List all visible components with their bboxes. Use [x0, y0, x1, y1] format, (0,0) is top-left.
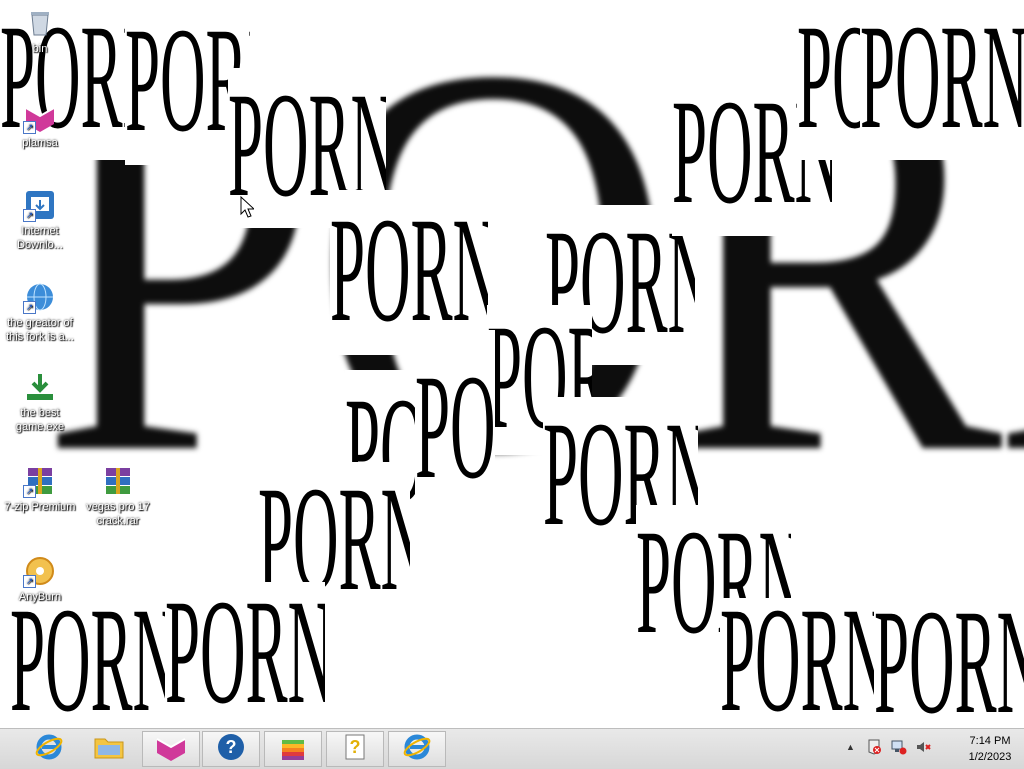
shortcut-arrow-icon: ↗ — [23, 301, 36, 314]
porn-popup-window[interactable]: PORN — [415, 330, 495, 530]
desktop-background: PORN PORN PORN PORN PORN PORN PORN PORN … — [0, 0, 1024, 728]
popup-text: PORN — [10, 597, 170, 728]
internet-explorer-icon — [34, 732, 64, 767]
desktop-icon-label: bin — [32, 43, 48, 55]
desktop-icon-plamsa[interactable]: ↗ plamsa — [2, 100, 78, 150]
taskbar-internet-explorer-2-button[interactable] — [388, 731, 446, 767]
popup-text: PORN — [330, 190, 488, 353]
volume-muted-icon[interactable] — [915, 739, 931, 760]
action-center-icon[interactable] — [866, 739, 882, 760]
desktop-icon-label: Internet Downlo... — [17, 225, 63, 251]
shortcut-arrow-icon: ↗ — [23, 209, 36, 222]
apple-rainbow-icon — [279, 732, 307, 767]
porn-popup-window[interactable]: PORN — [860, 0, 1024, 160]
plasma-app-icon — [155, 733, 187, 766]
desktop-icon-label: plamsa — [22, 137, 58, 149]
folder-icon — [93, 733, 125, 766]
desktop-icon-vegas-pro-crack[interactable]: vegas pro 17 crack.rar — [80, 464, 156, 528]
taskbar-apple-button[interactable] — [264, 731, 322, 767]
porn-popup-window[interactable]: PORN — [874, 602, 1024, 728]
desktop-icon-label: AnyBurn — [18, 591, 62, 603]
internet-download-manager-icon: ↗ — [23, 188, 57, 222]
internet-shortcut-icon: ↗ — [23, 280, 57, 314]
popup-text: PORN — [415, 344, 495, 510]
taskbar-plasma-button[interactable] — [142, 731, 200, 767]
shortcut-arrow-icon: ↗ — [23, 121, 36, 134]
desktop-icon-anyburn[interactable]: ↗ AnyBurn — [2, 554, 78, 604]
taskbar-file-explorer-button[interactable] — [80, 731, 138, 767]
shortcut-arrow-icon: ↗ — [23, 485, 36, 498]
desktop-icon-label: the greator of this fork is a... — [6, 317, 74, 343]
clock-time: 7:14 PM — [969, 735, 1011, 747]
porn-popup-window[interactable]: PORN — [720, 598, 880, 728]
taskbar-help-button[interactable]: ? — [202, 731, 260, 767]
clock-date: 1/2/2023 — [968, 751, 1012, 763]
popup-text: PORN — [165, 582, 325, 728]
winrar-archive-icon: ↗ — [23, 464, 57, 498]
desktop-icon-7zip-premium[interactable]: ↗ 7-zip Premium — [2, 464, 78, 514]
desktop-icon-internet-shortcut[interactable]: ↗ the greator of this fork is a... — [2, 280, 78, 344]
plasma-app-icon: ↗ — [23, 100, 57, 134]
recycle-bin-icon — [23, 6, 57, 40]
popup-text: PORN — [874, 602, 1024, 728]
desktop-icon-label: the best game.exe — [15, 407, 65, 433]
tray-overflow-button[interactable]: ▲ — [846, 742, 855, 752]
taskbar-internet-explorer-button[interactable] — [20, 731, 78, 767]
porn-popup-window[interactable]: PORN — [165, 582, 325, 728]
desktop-icon-internet-download-manager[interactable]: ↗ Internet Downlo... — [2, 188, 78, 252]
desktop-icon-best-game[interactable]: the best game.exe — [2, 370, 78, 434]
desktop-icon-label: vegas pro 17 crack.rar — [86, 501, 150, 527]
taskbar: ? ? ▲ 7:14 PM 1/2/2023 — [0, 728, 1024, 769]
mouse-cursor-icon — [240, 195, 256, 223]
internet-explorer-icon — [402, 732, 432, 767]
taskbar-help-document-button[interactable]: ? — [326, 731, 384, 767]
anyburn-disc-icon: ↗ — [23, 554, 57, 588]
desktop-icon-bin[interactable]: bin — [2, 6, 78, 56]
desktop-icon-label: 7-zip Premium — [4, 501, 76, 513]
porn-popup-window[interactable]: PORN — [10, 597, 170, 728]
shortcut-arrow-icon: ↗ — [23, 575, 36, 588]
help-document-icon: ? — [341, 732, 369, 767]
download-arrow-icon — [23, 370, 57, 404]
svg-text:?: ? — [226, 737, 237, 757]
svg-text:?: ? — [350, 737, 361, 757]
network-icon[interactable] — [891, 739, 907, 760]
help-question-icon: ? — [216, 732, 246, 767]
winrar-archive-icon — [101, 464, 135, 498]
popup-text: PORN — [860, 0, 1024, 160]
taskbar-clock[interactable]: 7:14 PM 1/2/2023 — [960, 733, 1020, 765]
popup-text: PORN — [720, 598, 880, 728]
